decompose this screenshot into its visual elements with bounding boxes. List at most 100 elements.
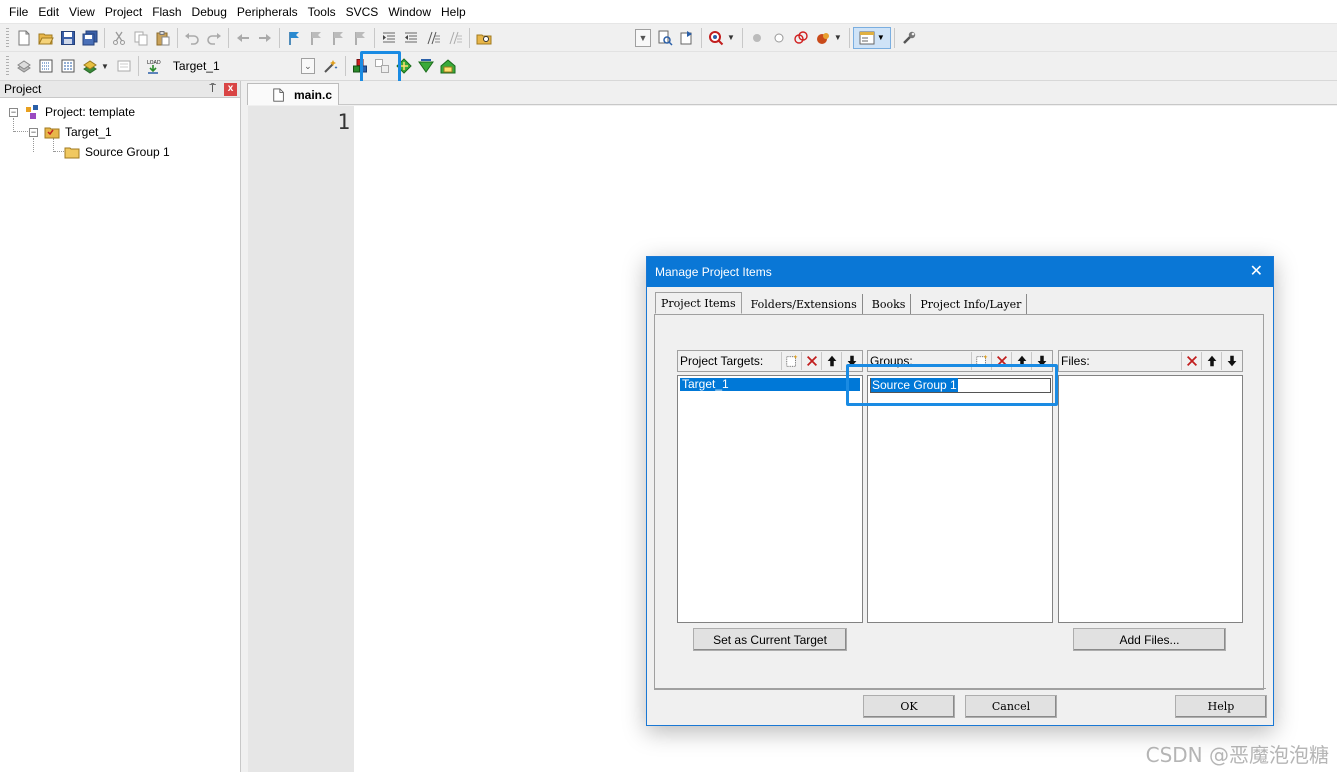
delete-file-icon[interactable] — [1181, 352, 1201, 370]
window-layout-icon[interactable]: ▼ — [852, 26, 891, 49]
paste-icon[interactable] — [152, 27, 174, 49]
collapse-icon[interactable]: − — [29, 127, 38, 137]
undo-icon[interactable] — [181, 27, 203, 49]
move-up-icon[interactable] — [821, 352, 841, 370]
menu-window[interactable]: Window — [383, 0, 436, 24]
menu-view[interactable]: View — [64, 0, 100, 24]
indent-icon[interactable] — [378, 27, 400, 49]
new-group-icon[interactable] — [971, 352, 991, 370]
options-for-target-icon[interactable] — [320, 55, 342, 77]
tab-books[interactable]: Books — [867, 294, 912, 314]
kill-breakpoints-icon[interactable] — [812, 27, 834, 49]
menu-flash[interactable]: Flash — [147, 0, 186, 24]
find-in-files-icon[interactable] — [473, 27, 495, 49]
navigate-back-icon[interactable] — [232, 27, 254, 49]
move-down-icon[interactable] — [841, 352, 861, 370]
bookmark-next-icon[interactable] — [327, 27, 349, 49]
move-up-icon[interactable] — [1011, 352, 1031, 370]
disable-breakpoints-icon[interactable] — [790, 27, 812, 49]
toolbar-grip[interactable] — [6, 27, 9, 48]
select-target-combo[interactable]: Target_1 ⌄ — [166, 56, 316, 76]
panel-close-icon[interactable]: x — [224, 82, 237, 96]
tab-folders-extensions[interactable]: Folders/Extensions — [746, 294, 863, 314]
move-up-icon[interactable] — [1201, 352, 1221, 370]
set-current-target-button[interactable]: Set as Current Target — [693, 628, 847, 651]
tab-project-items[interactable]: Project Items — [655, 292, 742, 314]
bookmark-insert-icon[interactable] — [283, 27, 305, 49]
menu-debug[interactable]: Debug — [187, 0, 232, 24]
groups-header: Groups: — [867, 350, 1053, 372]
menu-tools[interactable]: Tools — [303, 0, 341, 24]
menu-project[interactable]: Project — [100, 0, 147, 24]
new-file-icon[interactable] — [13, 27, 35, 49]
select-packs-icon[interactable] — [393, 55, 415, 77]
tab-project-info-layer[interactable]: Project Info/Layer — [915, 294, 1028, 314]
tree-item-target[interactable]: − Target_1 — [29, 122, 112, 142]
project-panel-header: Project ⍑ x — [0, 81, 240, 98]
open-file-icon[interactable] — [35, 27, 57, 49]
incremental-find-icon[interactable] — [676, 27, 698, 49]
help-button[interactable]: Help — [1175, 695, 1267, 718]
manage-project-items-icon[interactable] — [349, 55, 371, 77]
file-extensions-icon[interactable] — [371, 55, 393, 77]
group-name-input[interactable]: Source Group 1 — [870, 378, 1051, 393]
translate-icon[interactable] — [13, 55, 35, 77]
dialog-titlebar[interactable]: Manage Project Items ✕ — [647, 257, 1273, 287]
add-files-button[interactable]: Add Files... — [1073, 628, 1226, 651]
pack-installer-icon[interactable] — [437, 55, 459, 77]
pin-icon[interactable]: ⍑ — [209, 83, 216, 96]
batch-build-icon[interactable] — [79, 55, 101, 77]
groups-list[interactable]: Source Group 1 — [867, 375, 1053, 623]
tab-main-c[interactable]: main.c — [247, 83, 339, 105]
find-combo-dropdown[interactable]: ▼ — [635, 28, 651, 47]
cut-icon[interactable] — [108, 27, 130, 49]
list-item[interactable]: Target_1 — [680, 378, 860, 391]
toolbar-separator — [137, 56, 139, 76]
menu-edit[interactable]: Edit — [33, 0, 64, 24]
panel-splitter[interactable] — [241, 81, 247, 772]
move-down-icon[interactable] — [1031, 352, 1051, 370]
build-icon[interactable] — [35, 55, 57, 77]
redo-icon[interactable] — [203, 27, 225, 49]
manage-project-items-dialog: Manage Project Items ✕ Project Items Fol… — [646, 256, 1274, 726]
insert-breakpoint-icon[interactable] — [746, 27, 768, 49]
download-icon[interactable]: LOAD — [142, 55, 164, 77]
move-down-icon[interactable] — [1221, 352, 1241, 370]
manage-rte-icon[interactable] — [415, 55, 437, 77]
cancel-button[interactable]: Cancel — [965, 695, 1057, 718]
menu-file[interactable]: File — [4, 0, 33, 24]
rebuild-icon[interactable] — [57, 55, 79, 77]
enable-breakpoint-icon[interactable] — [768, 27, 790, 49]
collapse-icon[interactable]: − — [9, 107, 18, 117]
save-all-icon[interactable] — [79, 27, 101, 49]
uncomment-icon[interactable] — [444, 27, 466, 49]
new-target-icon[interactable] — [781, 352, 801, 370]
menu-help[interactable]: Help — [436, 0, 471, 24]
menu-peripherals[interactable]: Peripherals — [232, 0, 303, 24]
targets-list[interactable]: Target_1 — [677, 375, 863, 623]
tree-item-source-group[interactable]: Source Group 1 — [64, 142, 170, 162]
ok-button[interactable]: OK — [863, 695, 955, 718]
menu-svcs[interactable]: SVCS — [341, 0, 384, 24]
toolbar-grip[interactable] — [6, 56, 9, 76]
chevron-down-icon[interactable]: ⌄ — [300, 58, 315, 74]
save-icon[interactable] — [57, 27, 79, 49]
tree-item-project[interactable]: − Project: template — [9, 102, 135, 122]
folder-icon — [64, 144, 80, 160]
debug-session-icon[interactable] — [705, 27, 727, 49]
navigate-forward-icon[interactable] — [254, 27, 276, 49]
bookmark-clear-icon[interactable] — [349, 27, 371, 49]
find-icon[interactable] — [654, 27, 676, 49]
copy-icon[interactable] — [130, 27, 152, 49]
configure-tools-icon[interactable] — [898, 27, 920, 49]
stop-build-icon[interactable] — [113, 55, 135, 77]
delete-target-icon[interactable] — [801, 352, 821, 370]
line-number: 1 — [337, 110, 350, 134]
files-list[interactable] — [1058, 375, 1243, 623]
unindent-icon[interactable] — [400, 27, 422, 49]
close-icon[interactable]: ✕ — [1250, 264, 1263, 280]
comment-icon[interactable] — [422, 27, 444, 49]
project-panel: Project ⍑ x − Project: template − Target… — [0, 81, 241, 772]
delete-group-icon[interactable] — [991, 352, 1011, 370]
bookmark-prev-icon[interactable] — [305, 27, 327, 49]
